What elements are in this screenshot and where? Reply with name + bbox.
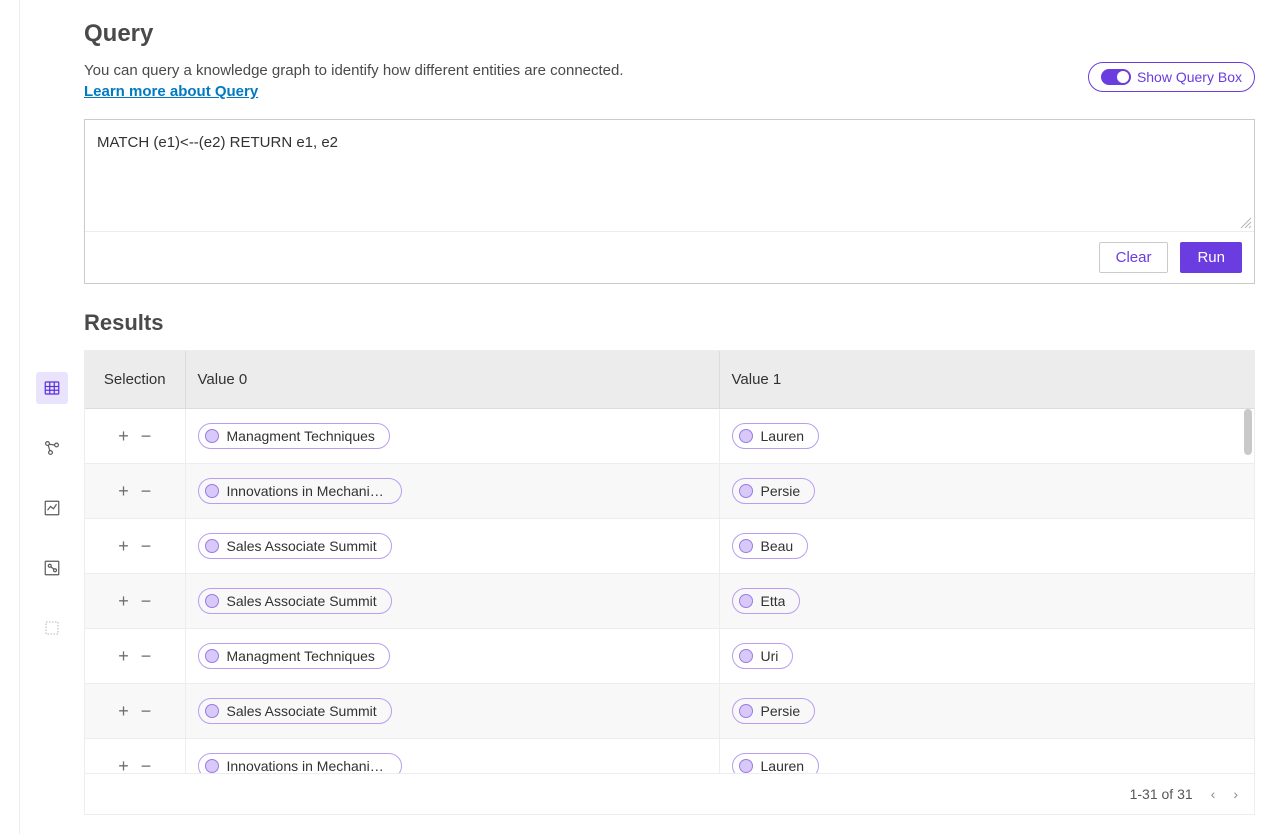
col-header-value0[interactable]: Value 0 — [185, 351, 719, 409]
pager-next-button[interactable]: › — [1233, 786, 1238, 802]
entity-chip[interactable]: Sales Associate Summit — [198, 588, 392, 614]
table-row: + − Innovations in Mechanical... Persie — [85, 464, 1254, 519]
entity-dot-icon — [205, 759, 219, 773]
remove-from-selection-button[interactable]: − — [137, 646, 156, 666]
table-row: + − Innovations in Mechanical... Lauren — [85, 739, 1254, 774]
entity-dot-icon — [205, 704, 219, 718]
entity-label: Lauren — [761, 758, 805, 773]
map-view-button[interactable] — [36, 552, 68, 584]
entity-dot-icon — [205, 539, 219, 553]
table-row: + − Sales Associate Summit Etta — [85, 574, 1254, 629]
remove-from-selection-button[interactable]: − — [137, 426, 156, 446]
entity-label: Sales Associate Summit — [227, 538, 377, 554]
table-row: + − Managment Techniques Uri — [85, 629, 1254, 684]
entity-dot-icon — [739, 539, 753, 553]
results-table: Selection Value 0 Value 1 + − Managment T… — [84, 350, 1255, 815]
entity-label: Innovations in Mechanical... — [227, 758, 387, 773]
add-to-selection-button[interactable]: + — [114, 591, 133, 611]
entity-chip[interactable]: Innovations in Mechanical... — [198, 753, 402, 773]
entity-dot-icon — [205, 484, 219, 498]
graph-view-button[interactable] — [36, 432, 68, 464]
entity-dot-icon — [739, 759, 753, 773]
entity-label: Innovations in Mechanical... — [227, 483, 387, 499]
toggle-switch-icon — [1101, 69, 1131, 85]
remove-from-selection-button[interactable]: − — [137, 591, 156, 611]
entity-chip[interactable]: Persie — [732, 698, 816, 724]
entity-dot-icon — [739, 704, 753, 718]
remove-from-selection-button[interactable]: − — [137, 536, 156, 556]
page-description: You can query a knowledge graph to ident… — [84, 62, 624, 79]
entity-chip[interactable]: Sales Associate Summit — [198, 698, 392, 724]
learn-more-link[interactable]: Learn more about Query — [84, 83, 258, 100]
entity-label: Sales Associate Summit — [227, 703, 377, 719]
entity-label: Persie — [761, 703, 801, 719]
toggle-label: Show Query Box — [1137, 69, 1242, 85]
entity-chip[interactable]: Uri — [732, 643, 794, 669]
col-header-selection[interactable]: Selection — [85, 351, 185, 409]
remove-from-selection-button[interactable]: − — [137, 756, 156, 774]
add-to-selection-button[interactable]: + — [114, 536, 133, 556]
pager: 1-31 of 31 ‹ › — [85, 773, 1254, 814]
table-row: + − Sales Associate Summit Persie — [85, 684, 1254, 739]
entity-label: Etta — [761, 593, 786, 609]
show-query-box-toggle[interactable]: Show Query Box — [1088, 62, 1255, 92]
entity-dot-icon — [739, 484, 753, 498]
entity-chip[interactable]: Managment Techniques — [198, 423, 390, 449]
col-header-value1[interactable]: Value 1 — [719, 351, 1254, 409]
add-to-selection-button[interactable]: + — [114, 756, 133, 774]
pager-status: 1-31 of 31 — [1130, 786, 1193, 802]
remove-from-selection-button[interactable]: − — [137, 701, 156, 721]
entity-dot-icon — [739, 429, 753, 443]
entity-label: Managment Techniques — [227, 648, 375, 664]
selection-view-button — [36, 612, 68, 644]
entity-chip[interactable]: Managment Techniques — [198, 643, 390, 669]
pager-prev-button[interactable]: ‹ — [1211, 786, 1216, 802]
entity-chip[interactable]: Beau — [732, 533, 809, 559]
add-to-selection-button[interactable]: + — [114, 646, 133, 666]
view-tool-rail — [20, 0, 84, 834]
scrollbar-thumb[interactable] — [1244, 409, 1252, 455]
add-to-selection-button[interactable]: + — [114, 426, 133, 446]
add-to-selection-button[interactable]: + — [114, 701, 133, 721]
entity-chip[interactable]: Lauren — [732, 753, 820, 773]
table-view-button[interactable] — [36, 372, 68, 404]
entity-dot-icon — [205, 594, 219, 608]
clear-button[interactable]: Clear — [1099, 242, 1169, 273]
entity-label: Sales Associate Summit — [227, 593, 377, 609]
remove-from-selection-button[interactable]: − — [137, 481, 156, 501]
results-title: Results — [84, 310, 1255, 336]
table-row: + − Sales Associate Summit Beau — [85, 519, 1254, 574]
entity-dot-icon — [739, 594, 753, 608]
run-button[interactable]: Run — [1180, 242, 1242, 273]
entity-dot-icon — [739, 649, 753, 663]
entity-label: Uri — [761, 648, 779, 664]
entity-label: Managment Techniques — [227, 428, 375, 444]
query-input[interactable]: MATCH (e1)<--(e2) RETURN e1, e2 — [85, 120, 1254, 226]
entity-chip[interactable]: Etta — [732, 588, 801, 614]
left-gutter — [0, 0, 20, 834]
chart-view-button[interactable] — [36, 492, 68, 524]
entity-chip[interactable]: Persie — [732, 478, 816, 504]
table-row: + − Managment Techniques Lauren — [85, 409, 1254, 464]
entity-dot-icon — [205, 649, 219, 663]
page-title: Query — [84, 20, 1255, 48]
entity-label: Persie — [761, 483, 801, 499]
entity-chip[interactable]: Innovations in Mechanical... — [198, 478, 402, 504]
entity-label: Lauren — [761, 428, 805, 444]
query-box: MATCH (e1)<--(e2) RETURN e1, e2 Clear Ru… — [84, 119, 1255, 284]
entity-chip[interactable]: Lauren — [732, 423, 820, 449]
add-to-selection-button[interactable]: + — [114, 481, 133, 501]
entity-label: Beau — [761, 538, 794, 554]
entity-chip[interactable]: Sales Associate Summit — [198, 533, 392, 559]
entity-dot-icon — [205, 429, 219, 443]
